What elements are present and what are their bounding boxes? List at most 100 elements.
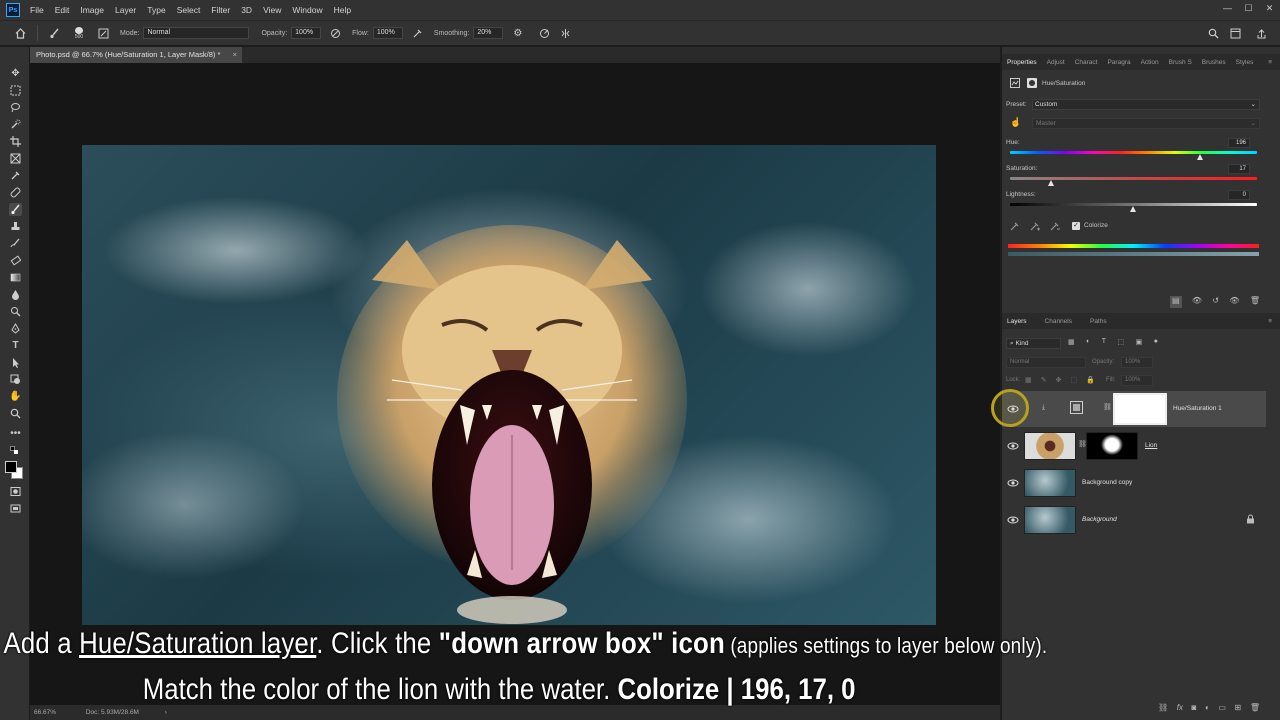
tab-adjustments[interactable]: Adjust — [1042, 59, 1070, 66]
filter-type-icon[interactable]: T — [1102, 338, 1106, 349]
foreground-color-swatch[interactable] — [5, 461, 17, 473]
gear-icon[interactable]: ⚙ — [511, 27, 524, 40]
workspace-icon[interactable] — [1229, 27, 1242, 40]
menu-select[interactable]: Select — [177, 5, 201, 15]
chain-link-icon[interactable]: ⛓ — [1103, 403, 1112, 411]
pen-tool-icon[interactable] — [9, 322, 22, 335]
gradient-tool-icon[interactable] — [9, 271, 22, 284]
lock-image-icon[interactable]: ✎ — [1041, 376, 1047, 386]
lock-transparent-icon[interactable]: ▦ — [1025, 376, 1032, 386]
visibility-icon[interactable]: 👁 — [1229, 296, 1239, 308]
menu-3d[interactable]: 3D — [241, 5, 252, 15]
menu-help[interactable]: Help — [334, 5, 351, 15]
history-brush-tool-icon[interactable] — [9, 237, 22, 250]
frame-tool-icon[interactable] — [9, 152, 22, 165]
link-layers-icon[interactable]: ⛓ — [1158, 703, 1168, 715]
menu-layer[interactable]: Layer — [115, 5, 136, 15]
preset-select[interactable]: Custom ⌄ — [1032, 99, 1260, 110]
eyedropper-subtract-icon[interactable] — [1050, 221, 1062, 233]
eyedropper-add-icon[interactable] — [1030, 221, 1042, 233]
add-mask-icon[interactable]: ◙ — [1192, 703, 1197, 715]
pressure-opacity-icon[interactable] — [329, 27, 342, 40]
lightness-slider-thumb[interactable] — [1130, 206, 1136, 212]
eyedropper-icon[interactable] — [1010, 221, 1022, 233]
tab-properties[interactable]: Properties — [1002, 59, 1042, 66]
panel-menu-icon[interactable]: ≡ — [1263, 59, 1277, 66]
menu-edit[interactable]: Edit — [55, 5, 70, 15]
new-layer-icon[interactable]: ⊞ — [1235, 703, 1242, 715]
tab-paragraph[interactable]: Paragra — [1102, 59, 1135, 66]
eraser-tool-icon[interactable] — [9, 254, 22, 267]
targeted-adjustment-hand-icon[interactable]: ☝ — [1010, 117, 1022, 129]
brush-settings-icon[interactable] — [97, 27, 110, 40]
tab-brush-settings[interactable]: Brush S — [1164, 59, 1197, 66]
layer-name-lion[interactable]: Lion — [1145, 442, 1157, 449]
lightness-value-field[interactable]: 0 — [1228, 190, 1250, 200]
tab-actions[interactable]: Action — [1136, 59, 1164, 66]
default-colors-icon[interactable] — [9, 445, 22, 458]
saturation-value-field[interactable]: 17 — [1228, 164, 1250, 174]
view-previous-icon[interactable]: 👁 — [1192, 296, 1202, 308]
new-adjustment-icon[interactable]: ◐ — [1205, 703, 1210, 715]
brush-tool-icon-active[interactable] — [9, 203, 22, 216]
move-tool-icon[interactable]: ✥ — [9, 67, 22, 80]
quick-mask-icon[interactable] — [9, 485, 22, 498]
reset-icon[interactable]: ↺ — [1212, 296, 1219, 308]
lasso-tool-icon[interactable] — [9, 101, 22, 114]
type-tool-icon[interactable]: T — [9, 339, 22, 352]
quick-select-tool-icon[interactable] — [9, 118, 22, 131]
crop-tool-icon[interactable] — [9, 135, 22, 148]
smoothing-field[interactable]: 20% — [473, 27, 504, 39]
more-tools-icon[interactable]: ••• — [9, 427, 22, 440]
hand-tool-icon[interactable]: ✋ — [9, 390, 22, 403]
layer-visibility-icon[interactable] — [1007, 514, 1019, 524]
layer-name-background-copy[interactable]: Background copy — [1082, 479, 1132, 486]
layer-visibility-icon[interactable] — [1007, 477, 1019, 487]
clip-to-layer-icon[interactable]: ▤ — [1170, 296, 1182, 308]
layer-opacity-field[interactable]: 100% — [1121, 357, 1153, 368]
layer-visibility-icon[interactable] — [1007, 403, 1019, 413]
path-select-tool-icon[interactable] — [9, 356, 22, 369]
filter-shape-icon[interactable]: ⬚ — [1118, 338, 1125, 349]
fill-field[interactable]: 100% — [1121, 375, 1153, 386]
colorize-checkbox[interactable]: ✓ — [1072, 222, 1080, 230]
opacity-field[interactable]: 100% — [291, 27, 322, 39]
layer-name-background[interactable]: Background — [1082, 516, 1117, 523]
document-tab[interactable]: Photo.psd @ 66.7% (Hue/Saturation 1, Lay… — [30, 47, 242, 63]
menu-view[interactable]: View — [263, 5, 281, 15]
layer-visibility-icon[interactable] — [1007, 440, 1019, 450]
background-copy-thumbnail[interactable] — [1024, 469, 1076, 497]
brush-tool-icon[interactable] — [48, 27, 61, 40]
share-icon[interactable] — [1255, 27, 1268, 40]
filter-adjustment-icon[interactable]: ◐ — [1086, 338, 1090, 349]
menu-filter[interactable]: Filter — [211, 5, 230, 15]
hue-slider-thumb[interactable] — [1197, 154, 1204, 160]
channel-select[interactable]: Master ⌄ — [1032, 118, 1260, 129]
layer-row-hue-saturation[interactable]: ⤓ ⛓ Hue/Saturation 1 — [991, 389, 1266, 427]
filter-smart-object-icon[interactable]: ▣ — [1136, 338, 1143, 349]
filter-pixel-icon[interactable]: ▦ — [1068, 338, 1075, 349]
lion-layer-thumbnail[interactable] — [1024, 432, 1076, 460]
hue-slider[interactable] — [1010, 151, 1257, 154]
document-canvas-image[interactable] — [82, 145, 936, 625]
eyedropper-tool-icon[interactable] — [9, 169, 22, 182]
brush-angle-icon[interactable] — [538, 27, 551, 40]
tab-styles[interactable]: Styles — [1231, 59, 1259, 66]
layer-name-hue-saturation[interactable]: Hue/Saturation 1 — [1173, 405, 1222, 412]
symmetry-icon[interactable] — [559, 27, 572, 40]
lion-mask-thumbnail[interactable] — [1086, 432, 1138, 460]
layer-row-background[interactable]: Background — [1002, 502, 1266, 538]
airbrush-icon[interactable] — [411, 27, 424, 40]
menu-type[interactable]: Type — [147, 5, 165, 15]
layer-row-lion[interactable]: ⛓ Lion — [1002, 428, 1266, 464]
brush-preset-picker[interactable]: 500 — [69, 26, 89, 40]
lock-position-icon[interactable]: ✥ — [1056, 376, 1062, 386]
layer-filter-select[interactable]: ⌕ Kind — [1006, 338, 1061, 349]
delete-icon[interactable]: 🗑 — [1250, 296, 1260, 308]
layer-style-icon[interactable]: fx — [1177, 703, 1183, 715]
hue-value-field[interactable]: 196 — [1228, 138, 1250, 148]
menu-window[interactable]: Window — [292, 5, 322, 15]
new-group-icon[interactable]: ▭ — [1218, 703, 1226, 715]
mode-select[interactable]: Normal — [143, 27, 250, 39]
menu-image[interactable]: Image — [80, 5, 104, 15]
